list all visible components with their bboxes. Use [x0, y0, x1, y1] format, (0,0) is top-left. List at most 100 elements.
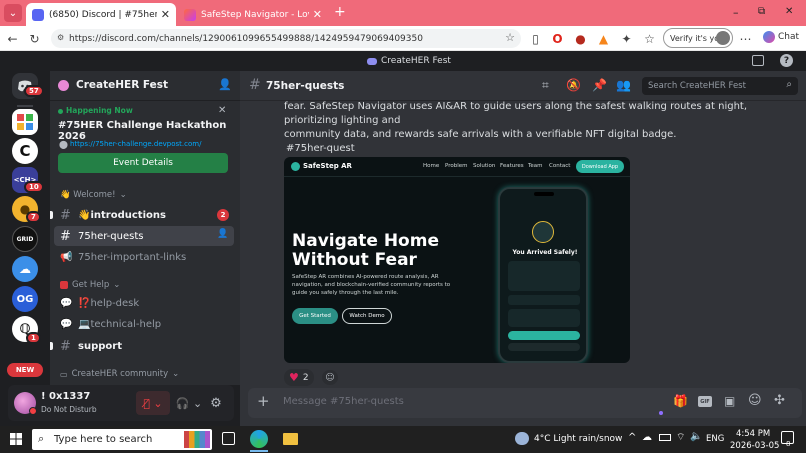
gif-icon[interactable]: GIF [698, 396, 712, 407]
invite-icon[interactable]: 👤 [217, 229, 228, 239]
edge-icon[interactable] [250, 430, 268, 448]
browser-toolbar: ← ↻ ⚙ https://discord.com/channels/12900… [0, 26, 806, 51]
taskbar-search-input[interactable]: ⌕ Type here to search [32, 429, 212, 450]
server-header[interactable]: CreateHER Fest ⌄ 👤 [50, 71, 240, 101]
cloud-icon: ☁ [19, 262, 31, 276]
volume-icon[interactable]: 🔈 [690, 431, 702, 442]
task-view-icon[interactable] [222, 432, 235, 445]
chat-label: Chat [778, 32, 800, 42]
mute-mic-button[interactable]: 🎙̸ ⌄ [136, 391, 170, 415]
battery-icon[interactable] [659, 434, 671, 441]
file-explorer-icon[interactable] [283, 433, 298, 445]
reaction-count: 2 [302, 372, 309, 383]
embed-nav-features: Features [500, 163, 524, 169]
browser-tab-bar: ⌄ (6850) Discord | #75her-quests | C ✕ S… [0, 0, 806, 26]
category-get-help[interactable]: Get Help ⌄ [60, 280, 120, 290]
windows-start-icon[interactable] [10, 433, 22, 445]
unread-badge: 7 [26, 211, 41, 223]
threads-icon[interactable]: ⌗ [542, 78, 549, 93]
gear-icon[interactable]: ⚙ [206, 393, 226, 413]
embed-image[interactable]: SafeStep AR Home Problem Solution Featur… [284, 157, 630, 363]
copilot-chat-button[interactable]: Chat [763, 31, 799, 43]
category-welcome[interactable]: 👋 Welcome! ⌄ [60, 190, 127, 200]
wifi-icon[interactable]: ⌔ [676, 431, 685, 444]
cloud-sync-icon[interactable]: ☁ [642, 432, 652, 443]
event-details-button[interactable]: Event Details [58, 153, 228, 173]
event-link[interactable]: https://75her-challenge.devpost.com/ [70, 140, 201, 148]
inbox-icon[interactable] [752, 55, 764, 66]
tab-menu-button[interactable]: ⌄ [4, 4, 22, 22]
phone-card [508, 309, 580, 327]
weather-icon[interactable] [515, 432, 529, 445]
extension-metamask-icon[interactable]: ▲ [596, 31, 611, 46]
gift-icon[interactable]: 🎁 [673, 394, 688, 408]
new-tab-button[interactable]: + [334, 4, 346, 20]
new-badge[interactable]: NEW [7, 363, 43, 377]
clock-time[interactable]: 4:54 PM [736, 429, 770, 439]
pin-icon[interactable]: 📌 [592, 78, 607, 92]
language-indicator[interactable]: ENG [706, 434, 724, 444]
channel-help-desk[interactable]: 💬 ⁉️help-desk [54, 293, 234, 313]
close-icon[interactable]: ✕ [313, 8, 322, 21]
arrival-badge-icon [532, 221, 554, 243]
more-menu-icon[interactable]: ⋯ [738, 31, 753, 46]
emoji-icon[interactable]: ☺ [748, 393, 762, 408]
tab-discord[interactable]: (6850) Discord | #75her-quests | C ✕ [26, 3, 176, 26]
chevron-down-icon: ⌄ [172, 369, 180, 379]
channel-technical-help[interactable]: 💬 💻technical-help [54, 314, 234, 334]
close-icon[interactable]: ✕ [218, 105, 226, 116]
close-icon[interactable]: ✕ [161, 8, 170, 21]
search-input[interactable]: Search CreateHER Fest ⌕ [642, 77, 798, 95]
member-list-icon[interactable]: 👥 [616, 78, 631, 92]
extensions-puzzle-icon[interactable]: ✦ [619, 31, 634, 46]
channel-75her-important-links[interactable]: 📢 75her-important-links [54, 247, 234, 267]
embed-nav-contact: Contact [549, 163, 571, 169]
reload-icon[interactable]: ↻ [27, 31, 42, 46]
close-window-button[interactable]: ✕ [785, 6, 793, 17]
help-icon[interactable]: ? [780, 54, 793, 67]
chevron-up-icon[interactable]: ^ [628, 432, 636, 443]
mute-notifications-icon[interactable]: 🔕 [566, 78, 581, 92]
plus-icon[interactable]: + [257, 392, 270, 410]
channel-75her-quests[interactable]: # 75her-quests 👤 [54, 226, 234, 246]
channel-introductions[interactable]: # 👋introductions 2 [54, 205, 234, 225]
server-icon[interactable] [12, 109, 38, 135]
hash-icon: # [249, 77, 261, 93]
channel-sidebar: CreateHER Fest ⌄ 👤 Happening Now ✕ #75HE… [50, 71, 240, 385]
channel-support[interactable]: # support [54, 336, 234, 356]
tab-lovable[interactable]: SafeStep Navigator - Lovable ✕ [178, 3, 328, 26]
windows-taskbar: ⌕ Type here to search 4°C Light rain/sno… [0, 426, 806, 453]
category-createher-community[interactable]: ▭ CreateHER community ⌄ [60, 369, 179, 379]
site-info-icon[interactable]: ⚙ [57, 33, 64, 42]
url-text: https://discord.com/channels/12900610996… [69, 33, 423, 44]
reaction-heart[interactable]: ♥ 2 [284, 369, 314, 386]
weather-text[interactable]: 4°C Light rain/snow [534, 434, 622, 444]
books-icon [184, 431, 210, 448]
unread-badge: 10 [24, 181, 44, 193]
server-icon[interactable]: ☁ [12, 256, 38, 282]
phone-card [508, 261, 580, 291]
bookmark-star-icon[interactable]: ☆ [505, 31, 515, 44]
back-arrow-icon[interactable]: ← [5, 31, 20, 46]
community-category-icon: ▭ [60, 369, 68, 379]
apps-icon[interactable]: ✣ [774, 393, 785, 408]
message-composer[interactable]: + Message #75her-quests 🎁 GIF ▣ ☺ ✣ [248, 388, 802, 418]
add-reaction-button[interactable]: ☺ [322, 370, 338, 385]
address-bar[interactable]: ⚙ https://discord.com/channels/129006109… [51, 29, 521, 48]
chevron-down-icon: ⌄ [113, 280, 121, 290]
restore-button[interactable]: ⧉ [758, 6, 765, 17]
server-icon[interactable]: OG [12, 286, 38, 312]
extension-opera-icon[interactable]: O [550, 31, 565, 46]
minimize-button[interactable]: – [733, 6, 739, 19]
favorites-icon[interactable]: ☆ [642, 31, 657, 46]
message-input[interactable]: Message #75her-quests [283, 396, 404, 407]
invite-people-icon[interactable]: 👤 [218, 78, 232, 91]
verify-profile-button[interactable]: Verify it's you [663, 28, 733, 48]
server-icon[interactable]: GRID [12, 226, 38, 252]
reading-list-icon[interactable]: ▯ [528, 31, 543, 46]
extension-red-icon[interactable]: ● [573, 31, 588, 46]
clock-date[interactable]: 2026-03-05 [730, 441, 779, 451]
server-icon[interactable]: C [12, 138, 38, 164]
headphones-button[interactable]: 🎧 ⌄ [174, 391, 204, 415]
sticker-icon[interactable]: ▣ [724, 394, 735, 408]
